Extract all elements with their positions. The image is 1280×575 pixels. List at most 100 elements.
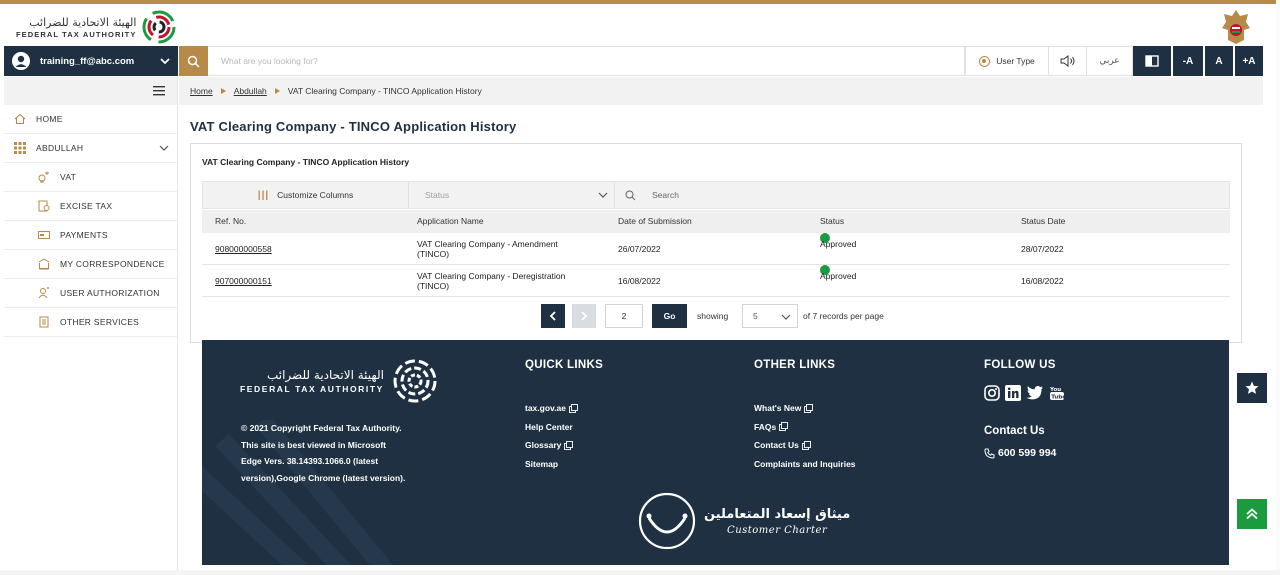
- sidebar-item-vat[interactable]: VAT: [4, 163, 177, 192]
- footer-logo-english: FEDERAL TAX AUTHORITY: [240, 384, 384, 394]
- page-bottom-edge: [0, 570, 1280, 575]
- table-header: Ref. No. Application Name Date of Submis…: [202, 210, 1230, 233]
- global-search-input[interactable]: [221, 56, 951, 66]
- global-search-field[interactable]: [208, 46, 965, 76]
- follow-us-title: FOLLOW US: [984, 359, 1056, 371]
- status-filter-placeholder: Status: [425, 190, 450, 200]
- phone-link[interactable]: 600 599 994: [984, 447, 1065, 459]
- user-type-selector[interactable]: User Type: [965, 46, 1049, 76]
- records-text: of 7 records per page: [803, 311, 884, 321]
- user-email: training_ff@abc.com: [40, 55, 135, 67]
- sidebar-item-user-authorization[interactable]: USER AUTHORIZATION: [4, 279, 177, 308]
- status-filter-select[interactable]: Status: [409, 182, 615, 208]
- language-toggle[interactable]: عربي: [1087, 46, 1133, 76]
- table-search-field[interactable]: [615, 182, 1229, 208]
- chevron-down-icon: [159, 145, 169, 151]
- instagram-icon[interactable]: [984, 385, 1000, 401]
- status-text: Approved: [820, 271, 857, 281]
- customize-columns-button[interactable]: ||| Customize Columns: [203, 182, 409, 208]
- quick-link-glossary[interactable]: Glossary: [525, 436, 603, 455]
- card-title: VAT Clearing Company - TINCO Application…: [202, 157, 410, 167]
- chevron-down-icon: [160, 58, 170, 65]
- application-name-line: VAT Clearing Company - Deregistration: [417, 271, 566, 281]
- contrast-icon: [1145, 55, 1159, 67]
- prev-page-button[interactable]: [541, 304, 565, 328]
- fta-logo-mark-icon: [393, 359, 437, 403]
- sidebar-item-excise-tax[interactable]: EXCISE TAX: [4, 192, 177, 221]
- column-header-status-date[interactable]: Status Date: [1021, 210, 1065, 233]
- user-menu[interactable]: training_ff@abc.com: [4, 46, 178, 76]
- uae-emblem-icon: [1222, 10, 1250, 44]
- table-search-input[interactable]: [652, 190, 952, 200]
- column-header-date-of-submission[interactable]: Date of Submission: [618, 210, 692, 233]
- top-header: الهيئة الاتحادية للضرائب FEDERAL TAX AUT…: [0, 0, 1280, 46]
- link-text: Glossary: [525, 440, 562, 451]
- smile-logo-icon: [638, 492, 696, 550]
- scroll-to-top-button[interactable]: [1237, 499, 1267, 529]
- table-filter-bar: ||| Customize Columns Status: [202, 181, 1230, 209]
- sidebar: HOME ABDULLAH VAT EXCISE TAX PAYMENTS MY…: [4, 77, 178, 575]
- showing-label: showing: [697, 311, 729, 321]
- submission-date: 26/07/2022: [618, 244, 661, 254]
- hamburger-icon: [153, 86, 165, 96]
- twitter-icon[interactable]: [1026, 385, 1044, 401]
- sidebar-item-other-services[interactable]: OTHER SERVICES: [4, 308, 177, 337]
- page-number-input[interactable]: 2: [605, 304, 643, 328]
- sidebar-item-my-correspondence[interactable]: MY CORRESPONDENCE: [4, 250, 177, 279]
- contrast-toggle-button[interactable]: [1133, 46, 1171, 76]
- ref-number-link[interactable]: 907000000151: [215, 276, 272, 286]
- youtube-icon[interactable]: YouTube: [1049, 385, 1065, 401]
- other-link-whats-new[interactable]: What's New: [754, 399, 856, 418]
- next-page-button[interactable]: [572, 304, 596, 328]
- fta-logo[interactable]: الهيئة الاتحادية للضرائب FEDERAL TAX AUT…: [16, 10, 176, 44]
- scrollbar[interactable]: [1276, 0, 1280, 575]
- status-text: Approved: [820, 239, 857, 249]
- sidebar-item-label: EXCISE TAX: [60, 201, 113, 211]
- read-aloud-button[interactable]: [1049, 46, 1087, 76]
- search-icon: [187, 55, 200, 68]
- sidebar-item-label: ABDULLAH: [36, 143, 84, 153]
- font-decrease-button[interactable]: -A: [1173, 46, 1203, 76]
- status-date: 16/08/2022: [1021, 276, 1064, 286]
- star-icon: [1245, 381, 1259, 394]
- sidebar-item-abdullah[interactable]: ABDULLAH: [4, 134, 177, 163]
- linkedin-icon[interactable]: [1005, 385, 1021, 401]
- go-button[interactable]: Go: [652, 304, 687, 328]
- correspondence-icon: [38, 258, 50, 270]
- other-link-complaints[interactable]: Complaints and Inquiries: [754, 455, 856, 474]
- font-increase-button[interactable]: +A: [1235, 46, 1263, 76]
- fta-logo-mark-icon: [142, 10, 176, 44]
- application-name-line: VAT Clearing Company - Amendment: [417, 239, 558, 249]
- quick-link-help-center[interactable]: Help Center: [525, 418, 603, 437]
- sidebar-item-home[interactable]: HOME: [4, 105, 177, 134]
- chevron-down-icon: [598, 192, 608, 198]
- customer-charter-link[interactable]: ميثاق إسعاد المتعاملين Customer Charter: [636, 490, 850, 552]
- application-name: VAT Clearing Company - Deregistration (TI…: [417, 271, 597, 291]
- home-icon: [14, 113, 26, 125]
- search-button[interactable]: [179, 46, 208, 76]
- column-header-ref[interactable]: Ref. No.: [215, 210, 246, 233]
- ref-number-link[interactable]: 908000000558: [215, 244, 272, 254]
- logo-arabic-text: الهيئة الاتحادية للضرائب: [29, 15, 137, 29]
- application-name-line: (TINCO): [417, 249, 450, 259]
- other-link-faqs[interactable]: FAQs: [754, 418, 856, 437]
- records-per-page-select[interactable]: 5: [742, 304, 798, 328]
- table-row: 908000000558 VAT Clearing Company - Amen…: [202, 233, 1230, 265]
- sidebar-toggle[interactable]: [4, 77, 177, 105]
- quick-link-sitemap[interactable]: Sitemap: [525, 455, 603, 474]
- favorites-button[interactable]: [1237, 373, 1267, 403]
- breadcrumb-abdullah-link[interactable]: Abdullah: [234, 86, 267, 96]
- column-header-status[interactable]: Status: [820, 210, 844, 233]
- font-normal-button[interactable]: A: [1205, 46, 1233, 76]
- breadcrumb-arrow-icon: [220, 88, 226, 94]
- breadcrumb-home-link[interactable]: Home: [190, 86, 213, 96]
- breadcrumb-current: VAT Clearing Company - TINCO Application…: [287, 86, 482, 96]
- sidebar-item-payments[interactable]: PAYMENTS: [4, 221, 177, 250]
- column-header-application-name[interactable]: Application Name: [417, 210, 484, 233]
- quick-link-tax-gov[interactable]: tax.gov.ae: [525, 399, 603, 418]
- sidebar-item-label: OTHER SERVICES: [60, 317, 140, 327]
- other-link-contact-us[interactable]: Contact Us: [754, 436, 856, 455]
- footer-fta-logo[interactable]: الهيئة الاتحادية للضرائب FEDERAL TAX AUT…: [240, 358, 438, 404]
- user-auth-icon: [38, 287, 49, 299]
- link-text: Sitemap: [525, 458, 559, 469]
